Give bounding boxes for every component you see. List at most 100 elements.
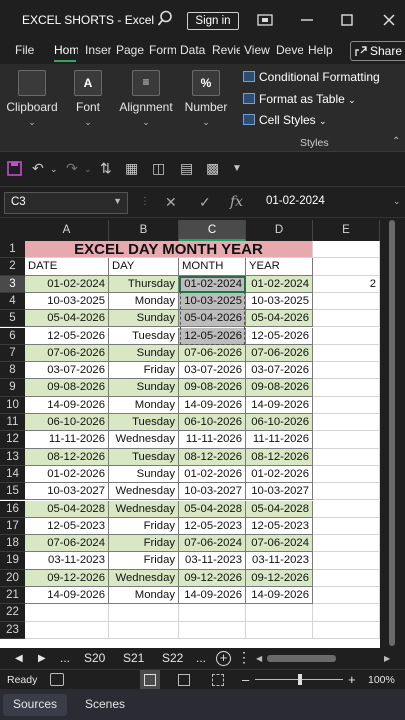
data-cell[interactable] bbox=[313, 552, 380, 570]
data-cell[interactable]: Monday bbox=[109, 587, 179, 605]
data-cell[interactable]: 06-10-2026 bbox=[179, 414, 246, 432]
ribbon-display-icon[interactable] bbox=[256, 11, 274, 29]
data-cell[interactable]: 08-12-2026 bbox=[246, 448, 313, 466]
data-cell[interactable]: Monday bbox=[109, 292, 179, 311]
data-cell[interactable]: 14-09-2026 bbox=[179, 396, 246, 414]
data-cell[interactable]: Friday bbox=[109, 517, 179, 536]
close-icon[interactable] bbox=[380, 11, 398, 29]
data-cell[interactable]: 01-02-2024 bbox=[25, 275, 109, 293]
data-cell[interactable]: 09-12-2026 bbox=[25, 569, 109, 587]
sources-tab[interactable]: Sources bbox=[3, 694, 68, 716]
data-cell[interactable]: 12-05-2023 bbox=[25, 517, 109, 536]
data-cell[interactable] bbox=[313, 569, 380, 587]
sort-icon[interactable]: ⇅ bbox=[100, 160, 112, 177]
sheet-options-icon[interactable]: ⋮ bbox=[237, 649, 251, 666]
tab-review[interactable]: Review bbox=[212, 43, 240, 57]
data-cell[interactable]: Wednesday bbox=[109, 483, 179, 501]
next-sheet-icon[interactable]: ▶ bbox=[38, 653, 46, 664]
table-icon[interactable]: ▦ bbox=[125, 160, 138, 177]
row-header[interactable]: 3 bbox=[0, 275, 25, 293]
data-cell[interactable]: 09-08-2026 bbox=[246, 379, 313, 397]
data-cell[interactable] bbox=[313, 310, 380, 328]
maximize-icon[interactable] bbox=[338, 11, 356, 29]
enter-icon[interactable]: ✓ bbox=[199, 194, 211, 211]
tab-formulas[interactable]: Formulas bbox=[149, 43, 176, 57]
data-cell[interactable]: 10-03-2025 bbox=[179, 292, 246, 311]
row-header[interactable]: 6 bbox=[0, 327, 25, 345]
data-cell[interactable]: 03-11-2023 bbox=[246, 552, 313, 570]
empty-cell[interactable] bbox=[25, 621, 109, 639]
empty-cell[interactable] bbox=[246, 621, 313, 639]
collapse-ribbon-icon[interactable]: ⌃ bbox=[392, 136, 400, 147]
empty-cell[interactable] bbox=[109, 621, 179, 639]
data-cell[interactable]: 14-09-2026 bbox=[246, 396, 313, 414]
formula-input[interactable]: 01-02-2024 bbox=[266, 195, 325, 207]
scroll-right-icon[interactable]: ▶ bbox=[384, 654, 392, 663]
data-cell[interactable]: Friday bbox=[109, 535, 179, 553]
empty-cell[interactable] bbox=[179, 604, 246, 622]
data-cell[interactable]: Tuesday bbox=[109, 414, 179, 432]
number-group[interactable]: % Number ⌄ bbox=[182, 70, 230, 128]
row-header[interactable]: 15 bbox=[0, 483, 25, 501]
row-header[interactable]: 9 bbox=[0, 379, 25, 397]
data-cell[interactable]: Wednesday bbox=[109, 500, 179, 518]
page-break-view-icon[interactable] bbox=[212, 674, 224, 686]
data-cell[interactable] bbox=[313, 500, 380, 518]
data-cell[interactable]: 12-05-2026 bbox=[179, 327, 246, 345]
share-button[interactable]: Share bbox=[350, 41, 405, 61]
tab-help[interactable]: Help bbox=[308, 43, 338, 57]
minimize-icon[interactable] bbox=[298, 11, 316, 29]
column-header-b[interactable]: B bbox=[109, 220, 179, 241]
data-cell[interactable]: 07-06-2026 bbox=[246, 344, 313, 363]
data-cell[interactable]: 09-08-2026 bbox=[25, 379, 109, 397]
empty-cell[interactable] bbox=[109, 604, 179, 622]
data-cell[interactable]: Friday bbox=[109, 362, 179, 380]
zoom-level[interactable]: 100% bbox=[368, 674, 395, 686]
tab-insert[interactable]: Insert bbox=[85, 43, 111, 57]
header-cell[interactable]: YEAR bbox=[246, 258, 313, 276]
data-cell[interactable]: 12-05-2023 bbox=[179, 517, 246, 536]
data-cell[interactable] bbox=[313, 587, 380, 605]
cell-e3[interactable]: 2 bbox=[313, 275, 380, 293]
search-icon[interactable] bbox=[157, 10, 173, 28]
empty-cell[interactable] bbox=[246, 604, 313, 622]
tab-view[interactable]: View bbox=[244, 43, 272, 57]
data-cell[interactable]: 10-03-2027 bbox=[246, 483, 313, 501]
data-cell[interactable]: 12-05-2026 bbox=[246, 327, 313, 345]
data-cell[interactable] bbox=[313, 327, 380, 345]
data-cell[interactable]: 01-02-2026 bbox=[179, 465, 246, 484]
data-cell[interactable]: 06-10-2026 bbox=[25, 414, 109, 432]
font-group[interactable]: A Font ⌄ bbox=[68, 70, 108, 128]
row-header[interactable]: 12 bbox=[0, 431, 25, 449]
tab-page-layout[interactable]: Page bbox=[116, 43, 144, 57]
data-cell[interactable]: Tuesday bbox=[109, 448, 179, 466]
row-header[interactable]: 7 bbox=[0, 344, 25, 363]
data-cell[interactable]: 11-11-2026 bbox=[246, 431, 313, 449]
header-cell[interactable]: MONTH bbox=[179, 258, 246, 276]
row-header[interactable]: 17 bbox=[0, 517, 25, 536]
layout-icon[interactable]: ▩ bbox=[206, 160, 219, 177]
data-cell[interactable]: 03-07-2026 bbox=[25, 362, 109, 380]
data-cell[interactable]: 09-12-2026 bbox=[246, 569, 313, 587]
data-cell[interactable]: Friday bbox=[109, 552, 179, 570]
data-cell[interactable]: 14-09-2026 bbox=[25, 587, 109, 605]
data-cell[interactable]: Tuesday bbox=[109, 327, 179, 345]
select-all-corner[interactable] bbox=[0, 220, 25, 241]
previous-sheet-icon[interactable]: ◀ bbox=[15, 653, 23, 664]
data-cell[interactable]: Wednesday bbox=[109, 569, 179, 587]
zoom-in-icon[interactable]: + bbox=[348, 672, 356, 687]
vertical-scrollbar-thumb[interactable] bbox=[389, 220, 395, 646]
data-cell[interactable]: Thursday bbox=[109, 275, 179, 293]
scenes-tab[interactable]: Scenes bbox=[75, 694, 135, 716]
sign-in-button[interactable]: Sign in bbox=[187, 12, 239, 30]
data-cell[interactable]: Monday bbox=[109, 396, 179, 414]
data-cell[interactable]: 03-07-2026 bbox=[179, 362, 246, 380]
expand-formula-icon[interactable]: ⌄ bbox=[393, 196, 401, 207]
data-cell[interactable]: 14-09-2026 bbox=[246, 587, 313, 605]
data-cell[interactable]: 11-11-2026 bbox=[179, 431, 246, 449]
data-cell[interactable]: 05-04-2026 bbox=[179, 310, 246, 328]
more-sheets-right[interactable]: ... bbox=[196, 651, 206, 665]
data-cell[interactable] bbox=[313, 362, 380, 380]
row-header[interactable]: 19 bbox=[0, 552, 25, 570]
undo-dropdown-icon[interactable]: ⌄ bbox=[50, 164, 58, 175]
